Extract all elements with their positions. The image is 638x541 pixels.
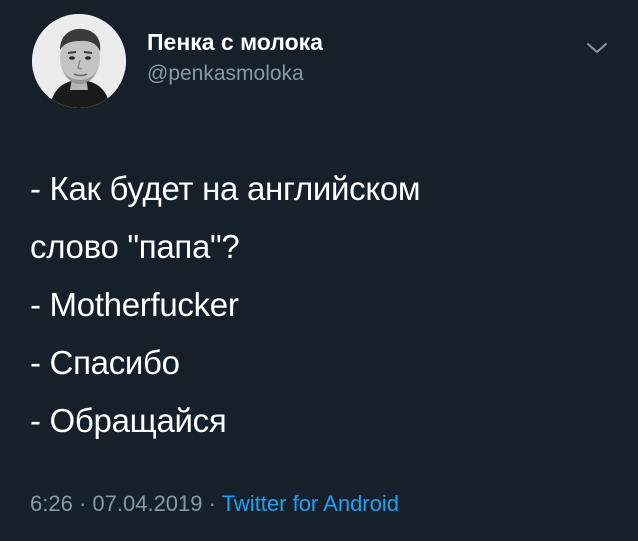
tweet-card: Пенка с молока @penkasmoloka - Как будет…: [0, 0, 638, 541]
tweet-text-line: слово "папа"?: [30, 228, 240, 265]
tweet-text: - Как будет на английском слово "папа"? …: [30, 160, 610, 450]
tweet-text-line: - Спасибо: [30, 344, 180, 381]
tweet-time[interactable]: 6:26: [30, 491, 73, 516]
author-info: Пенка с молока @penkasmoloka: [147, 28, 323, 88]
tweet-text-line: - Как будет на английском: [30, 170, 421, 207]
avatar[interactable]: [32, 14, 126, 108]
tweet-text-line: - Motherfucker: [30, 286, 239, 323]
tweet-metadata: 6:26 · 07.04.2019 · Twitter for Android: [30, 489, 399, 519]
author-handle[interactable]: @penkasmoloka: [147, 60, 323, 88]
chevron-down-icon[interactable]: [585, 40, 609, 56]
tweet-text-line: - Обращайся: [30, 402, 227, 439]
tweet-header: Пенка с молока @penkasmoloka: [32, 14, 612, 110]
meta-separator: ·: [208, 491, 216, 516]
tweet-source-link[interactable]: Twitter for Android: [222, 491, 399, 516]
author-display-name[interactable]: Пенка с молока: [147, 28, 323, 56]
meta-separator: ·: [78, 491, 87, 516]
tweet-date[interactable]: 07.04.2019: [92, 491, 202, 516]
avatar-photo-icon: [32, 14, 126, 108]
